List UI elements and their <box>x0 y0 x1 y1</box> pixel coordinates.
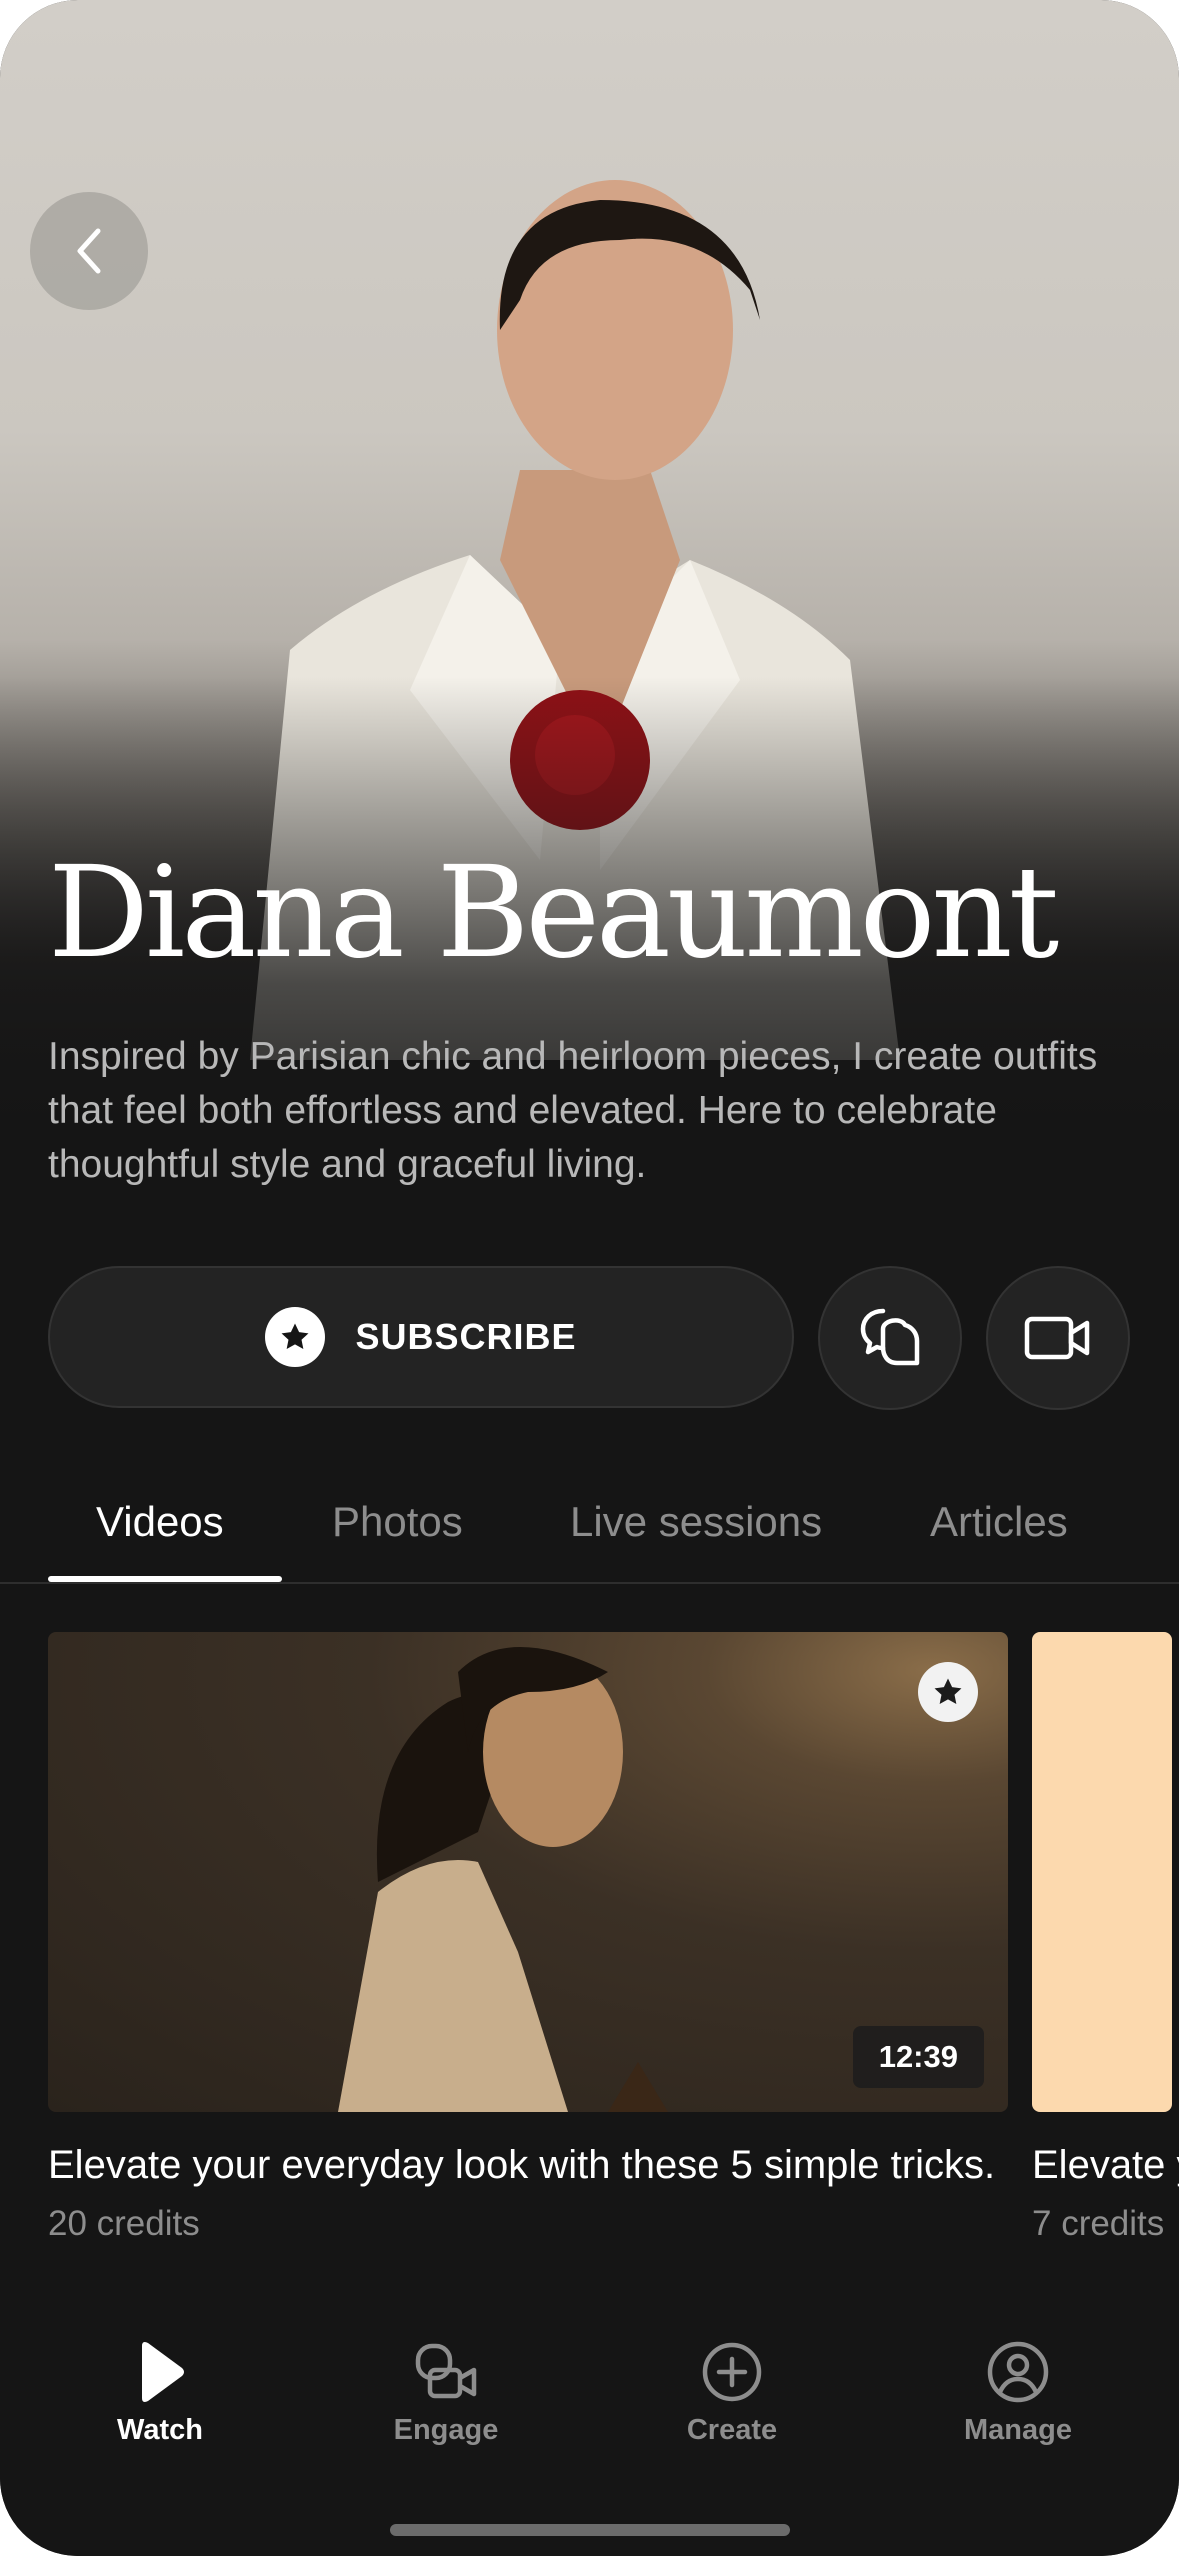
nav-label: Engage <box>393 2414 499 2446</box>
profile-bio: Inspired by Parisian chic and heirloom p… <box>48 1035 1098 1186</box>
tab-photos[interactable]: Photos <box>332 1490 463 1586</box>
tabs-divider <box>0 1582 1179 1584</box>
back-button[interactable] <box>30 192 148 310</box>
video-thumbnail[interactable]: 12:39 <box>48 1632 1008 2112</box>
nav-engage[interactable]: Engage <box>346 2332 546 2447</box>
nav-manage[interactable]: Manage <box>918 2332 1118 2447</box>
video-card[interactable]: Elevate your everyday look with these 5 … <box>1032 1632 1179 2244</box>
app-screen: Diana Beaumont Inspired by Parisian chic… <box>0 0 1179 2556</box>
nav-label: Create <box>686 2414 778 2446</box>
video-thumbnail[interactable] <box>1032 1632 1172 2112</box>
nav-watch[interactable]: Watch <box>60 2332 260 2447</box>
video-camera-icon <box>1024 1316 1090 1360</box>
engage-icon <box>415 2343 477 2399</box>
play-icon <box>142 2342 184 2402</box>
home-indicator[interactable] <box>390 2524 790 2536</box>
nav-create[interactable]: Create <box>632 2332 832 2447</box>
tab-live-sessions[interactable]: Live sessions <box>570 1490 822 1586</box>
video-title[interactable]: Elevate your everyday look with these 5 … <box>48 2138 998 2192</box>
video-title[interactable]: Elevate your everyday look with these 5 … <box>1032 2138 1179 2192</box>
profile-name: Diana Beaumont <box>48 839 1059 986</box>
chat-bubbles-icon <box>860 1308 920 1366</box>
plus-circle-icon <box>702 2342 762 2402</box>
video-card[interactable]: 12:39 Elevate your everyday look with th… <box>48 1632 1008 2244</box>
star-icon <box>934 1678 962 1705</box>
user-circle-icon <box>987 2341 1049 2403</box>
tab-videos[interactable]: Videos <box>96 1490 224 1586</box>
profile-hero: Diana Beaumont Inspired by Parisian chic… <box>0 0 1179 1230</box>
favorite-button[interactable] <box>918 1662 978 1722</box>
nav-label: Manage <box>964 2414 1072 2446</box>
video-credits: 20 credits <box>48 2204 200 2243</box>
video-credits: 7 credits <box>1032 2204 1165 2243</box>
bottom-navigation: Watch Engage Create Manage <box>0 2320 1179 2556</box>
video-call-button[interactable] <box>986 1266 1130 1410</box>
subscribe-button[interactable]: SUBSCRIBE <box>48 1266 794 1408</box>
nav-label: Watch <box>117 2414 203 2446</box>
star-icon <box>265 1307 326 1367</box>
subscribe-label: SUBSCRIBE <box>355 1316 577 1357</box>
chat-button[interactable] <box>818 1266 962 1410</box>
tab-articles[interactable]: Articles <box>930 1490 1068 1586</box>
chevron-left-icon <box>77 228 101 274</box>
video-duration-badge: 12:39 <box>852 2026 984 2088</box>
